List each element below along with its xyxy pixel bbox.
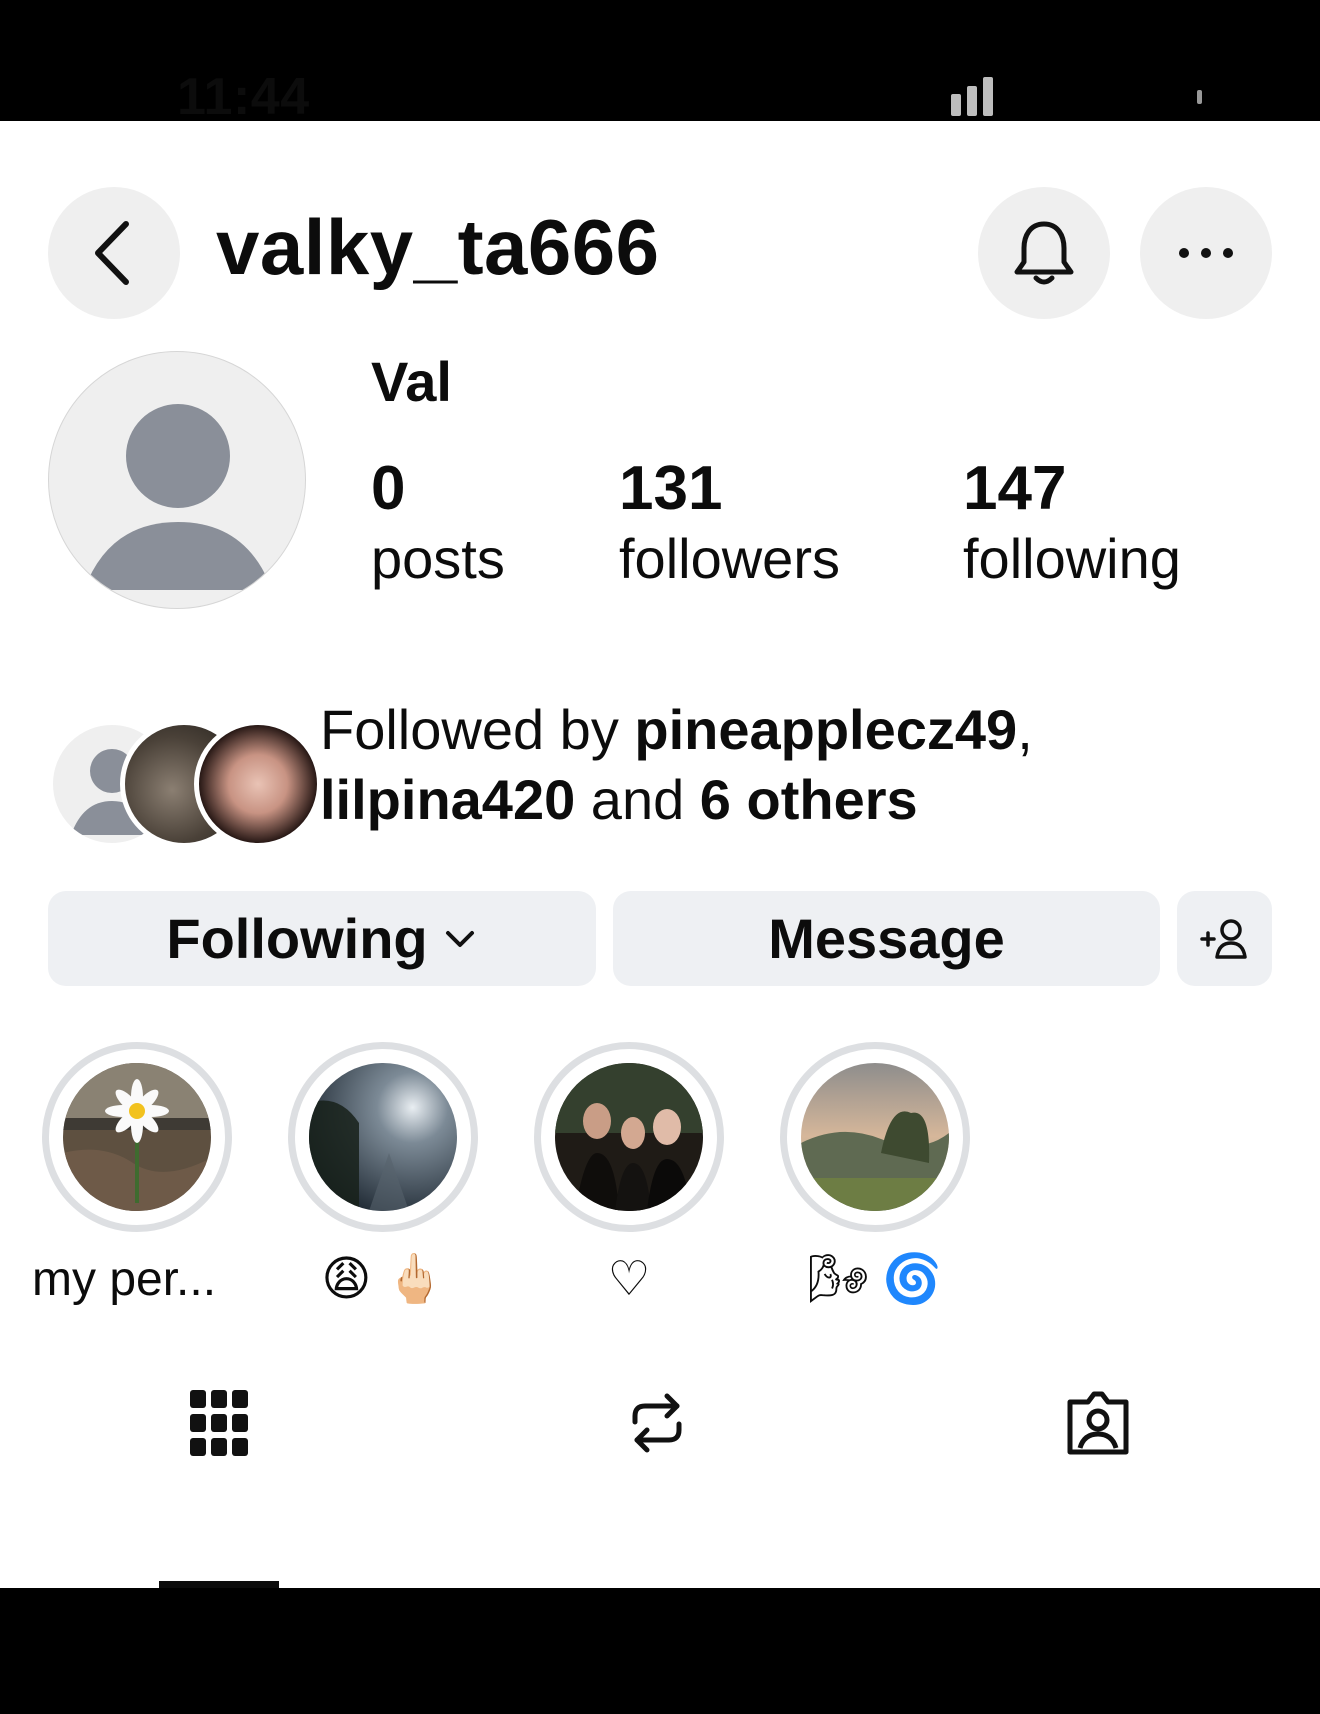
- posts-label: posts: [371, 527, 505, 591]
- status-icons: [935, 75, 1202, 118]
- followed-by-separator: ,: [1017, 698, 1033, 761]
- chevron-left-icon: [95, 221, 129, 285]
- mutual-user-link[interactable]: pineapplecz49: [634, 698, 1017, 761]
- more-horizontal-icon: [1179, 248, 1233, 258]
- back-button[interactable]: [48, 187, 180, 319]
- story-highlight[interactable]: 😩 🖕🏻: [288, 1042, 478, 1310]
- more-options-button[interactable]: [1140, 187, 1272, 319]
- followed-by-text[interactable]: Followed by pineapplecz49, lilpina420 and…: [320, 695, 1140, 835]
- highlight-label: ♡: [607, 1253, 651, 1306]
- signal-icon: [935, 77, 993, 116]
- highlight-ring: [42, 1042, 232, 1232]
- following-button[interactable]: Following: [48, 891, 596, 986]
- mutual-followers-avatars[interactable]: [48, 720, 322, 850]
- following-button-label: Following: [166, 907, 428, 970]
- highlight-cover: [309, 1063, 457, 1211]
- message-button-label: Message: [768, 907, 1005, 970]
- highlight-ring: [288, 1042, 478, 1232]
- default-avatar-icon: [84, 404, 272, 590]
- following-count: 147: [963, 454, 1067, 523]
- stat-posts[interactable]: 0 posts: [371, 454, 505, 596]
- posts-count: 0: [371, 454, 406, 523]
- bottom-black-bar: [0, 1588, 1320, 1714]
- followers-label: followers: [619, 527, 840, 591]
- mutual-avatar: [194, 720, 322, 848]
- mutual-user-link[interactable]: lilpina420: [320, 768, 575, 831]
- battery-icon: [1105, 76, 1202, 118]
- profile-avatar[interactable]: [48, 351, 306, 609]
- highlight-cover: [555, 1063, 703, 1211]
- highlight-cover: [801, 1063, 949, 1211]
- followers-count: 131: [619, 454, 723, 523]
- notifications-button[interactable]: [978, 187, 1110, 319]
- story-highlight[interactable]: my per...: [32, 1042, 232, 1310]
- followed-by-and: and: [575, 768, 700, 831]
- followed-by-prefix: Followed by: [320, 698, 635, 761]
- tab-reposts[interactable]: [597, 1363, 717, 1483]
- wifi-icon: [1021, 75, 1085, 114]
- suggest-users-button[interactable]: [1177, 891, 1272, 986]
- display-name: Val: [371, 350, 452, 413]
- highlight-ring: [780, 1042, 970, 1232]
- stat-following[interactable]: 147 following: [963, 454, 1181, 596]
- stat-followers[interactable]: 131 followers: [619, 454, 840, 596]
- tab-tagged[interactable]: [1038, 1363, 1158, 1483]
- tagged-icon: [1067, 1391, 1129, 1455]
- active-tab-indicator: [159, 1581, 279, 1588]
- profile-username: valky_ta666: [216, 203, 660, 291]
- reposts-icon: [632, 1393, 682, 1453]
- grid-icon: [190, 1390, 248, 1456]
- tab-posts-grid[interactable]: [159, 1363, 279, 1483]
- highlight-cover: [63, 1063, 211, 1211]
- story-highlight[interactable]: 🌬 🌀: [780, 1042, 970, 1310]
- highlight-label: 😩 🖕🏻: [321, 1253, 445, 1306]
- bell-icon: [1014, 221, 1074, 285]
- story-highlight[interactable]: ♡: [534, 1042, 724, 1310]
- highlight-ring: [534, 1042, 724, 1232]
- status-time: 11:44: [177, 68, 310, 126]
- highlight-label: my per...: [32, 1253, 217, 1306]
- add-user-icon: [1199, 918, 1247, 959]
- message-button[interactable]: Message: [613, 891, 1160, 986]
- highlight-label: 🌬 🌀: [807, 1253, 943, 1306]
- following-label: following: [963, 527, 1181, 591]
- mutual-others-link[interactable]: 6 others: [700, 768, 918, 831]
- chevron-down-icon: [445, 930, 474, 947]
